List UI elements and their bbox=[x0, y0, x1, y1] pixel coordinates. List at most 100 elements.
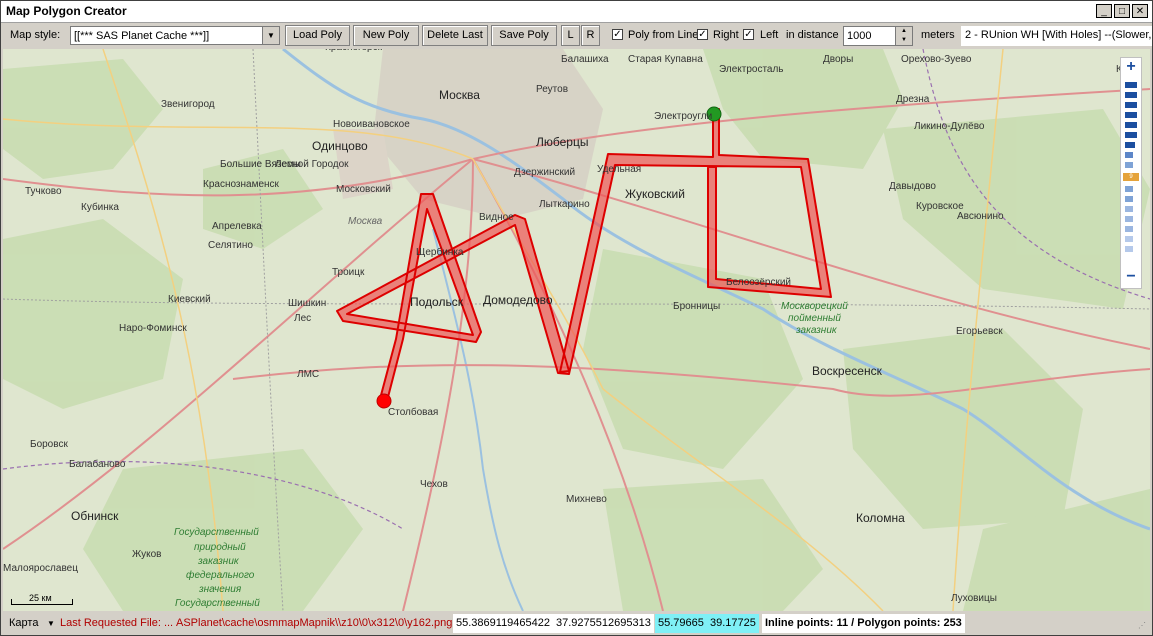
map-style-select[interactable]: [[*** SAS Planet Cache ***]] ▼ bbox=[70, 26, 280, 45]
place-label: Москворецкий bbox=[781, 301, 848, 312]
in-distance-label: in distance bbox=[786, 29, 839, 41]
place-label: Щербинка bbox=[416, 247, 464, 258]
place-label: Реутов bbox=[536, 84, 569, 95]
place-label: Краснознаменск bbox=[203, 179, 279, 190]
place-label: природный bbox=[194, 542, 246, 553]
place-label: Ликино-Дулёво bbox=[914, 121, 985, 132]
place-label: Звенигород bbox=[161, 99, 215, 110]
place-label: Жуков bbox=[132, 549, 162, 560]
place-label: Кубинка bbox=[81, 202, 119, 213]
place-label: Шишкин bbox=[288, 298, 327, 309]
place-label: Одинцово bbox=[312, 139, 368, 153]
zoom-level-marker[interactable]: 9 bbox=[1123, 173, 1139, 181]
layer-selector[interactable]: Карта bbox=[9, 617, 38, 629]
place-label: Москва bbox=[348, 216, 383, 227]
meters-label: meters bbox=[921, 29, 955, 41]
start-point-marker[interactable] bbox=[376, 393, 392, 409]
right-checkbox[interactable]: ✓ bbox=[697, 29, 708, 40]
save-poly-button[interactable]: Save Poly bbox=[491, 25, 557, 46]
last-file-label: Last Requested File: ... bbox=[60, 617, 174, 629]
zoom-control[interactable]: + 9 − bbox=[1120, 57, 1142, 289]
place-label: значения bbox=[199, 584, 242, 595]
place-label: Авсюнино bbox=[957, 211, 1004, 222]
dropdown-arrow-icon[interactable]: ▼ bbox=[262, 27, 279, 44]
delete-last-button[interactable]: Delete Last bbox=[422, 25, 488, 46]
map-style-label: Map style: bbox=[10, 29, 61, 41]
place-label: Орехово-Зуево bbox=[901, 54, 972, 65]
place-label: Видное bbox=[479, 212, 514, 223]
place-label: Селятино bbox=[208, 240, 253, 251]
place-label: Люберцы bbox=[536, 135, 589, 149]
spin-up-icon[interactable]: ▲ bbox=[895, 27, 912, 36]
place-label: Новоивановское bbox=[333, 119, 410, 130]
place-label: Балашиха bbox=[561, 54, 609, 65]
points-count: Inline points: 11 / Polygon points: 253 bbox=[762, 614, 965, 633]
place-label: Егорьевск bbox=[956, 326, 1003, 337]
right-label: Right bbox=[713, 29, 739, 41]
place-label: Белоозёрский bbox=[726, 277, 792, 288]
scale-bar: 25 км bbox=[11, 593, 73, 605]
place-label: Красногорск bbox=[325, 49, 382, 53]
left-label: Left bbox=[760, 29, 779, 41]
place-label: Удельная bbox=[597, 164, 642, 175]
coord-lon: 37.9275512695313 bbox=[553, 614, 654, 633]
app-window: Map Polygon Creator _ □ ✕ Map style: [[*… bbox=[0, 0, 1153, 636]
toolbar: Map style: [[*** SAS Planet Cache ***]] … bbox=[1, 23, 1152, 48]
r-button[interactable]: R bbox=[581, 25, 600, 46]
algorithm-info: 2 - RUnion WH [With Holes] --(Slower, le… bbox=[961, 26, 1152, 46]
place-label: Электросталь bbox=[719, 64, 784, 75]
maximize-button[interactable]: □ bbox=[1114, 4, 1130, 18]
place-label: Бронницы bbox=[673, 301, 721, 312]
poly-from-line-checkbox[interactable]: ✓ bbox=[612, 29, 623, 40]
place-label: Обнинск bbox=[71, 509, 119, 523]
place-label: ЛМС bbox=[297, 369, 320, 380]
spin-down-icon[interactable]: ▼ bbox=[895, 36, 912, 45]
left-checkbox[interactable]: ✓ bbox=[743, 29, 754, 40]
place-label: Апрелевка bbox=[212, 221, 262, 232]
zoom-out-button[interactable]: − bbox=[1121, 268, 1141, 286]
load-poly-button[interactable]: Load Poly bbox=[285, 25, 350, 46]
place-label: Наро-Фоминск bbox=[119, 323, 187, 334]
l-button[interactable]: L bbox=[561, 25, 580, 46]
place-label: Столбовая bbox=[388, 407, 439, 418]
new-poly-button[interactable]: New Poly bbox=[353, 25, 419, 46]
place-label: Балабаново bbox=[69, 459, 126, 470]
place-label: Государственный bbox=[174, 527, 259, 538]
place-label: Государственный bbox=[175, 598, 260, 609]
place-label: Михнево bbox=[566, 494, 607, 505]
place-label: Лес bbox=[294, 313, 312, 324]
place-label: Старая Купавна bbox=[628, 54, 703, 65]
poly-from-line-label: Poly from Line bbox=[628, 29, 699, 41]
algorithm-info-text: 2 - RUnion WH [With Holes] --(Slower, le… bbox=[965, 29, 1152, 41]
place-label: Домодедово bbox=[483, 293, 553, 307]
place-label: Жуковский bbox=[625, 187, 685, 201]
place-label: Киевский bbox=[168, 294, 211, 305]
distance-value: 1000 bbox=[847, 30, 872, 42]
place-label: Дворы bbox=[823, 54, 854, 65]
place-label: Тучково bbox=[25, 186, 62, 197]
place-label: федерального bbox=[186, 570, 255, 581]
layer-dropdown-icon[interactable]: ▼ bbox=[47, 619, 55, 628]
last-file-path: ASPlanet\cache\osmmapMapnik\\z10\0\x312\… bbox=[176, 617, 453, 629]
place-label: Лыткарино bbox=[539, 199, 590, 210]
place-label: Дзержинский bbox=[514, 167, 576, 178]
map-view[interactable]: Красногорск Балашиха Старая Купавна Электро… bbox=[3, 49, 1150, 611]
close-button[interactable]: ✕ bbox=[1132, 4, 1148, 18]
resize-grip-icon[interactable]: ⋰ bbox=[1138, 621, 1150, 633]
place-label: Московский bbox=[336, 184, 391, 195]
place-label: Давыдово bbox=[889, 181, 936, 192]
cursor-lat: 55.79665 bbox=[655, 614, 707, 633]
coord-lat: 55.3869119465422 bbox=[453, 614, 554, 633]
place-label: Луховицы bbox=[951, 593, 997, 604]
place-label: Коломна bbox=[856, 511, 905, 525]
window-title: Map Polygon Creator bbox=[6, 4, 127, 18]
status-bar: Карта ▼ Last Requested File: ... ASPlane… bbox=[1, 612, 1152, 635]
minimize-button[interactable]: _ bbox=[1096, 4, 1112, 18]
place-label: пойменный bbox=[788, 313, 841, 324]
place-label: Малоярославец bbox=[3, 563, 78, 574]
title-bar: Map Polygon Creator _ □ ✕ bbox=[1, 1, 1152, 23]
distance-spinner[interactable]: 1000 ▲ ▼ bbox=[843, 26, 913, 46]
zoom-in-button[interactable]: + bbox=[1121, 58, 1141, 76]
place-label: Лесной Городок bbox=[275, 159, 349, 170]
map-style-value: [[*** SAS Planet Cache ***]] bbox=[74, 30, 210, 42]
